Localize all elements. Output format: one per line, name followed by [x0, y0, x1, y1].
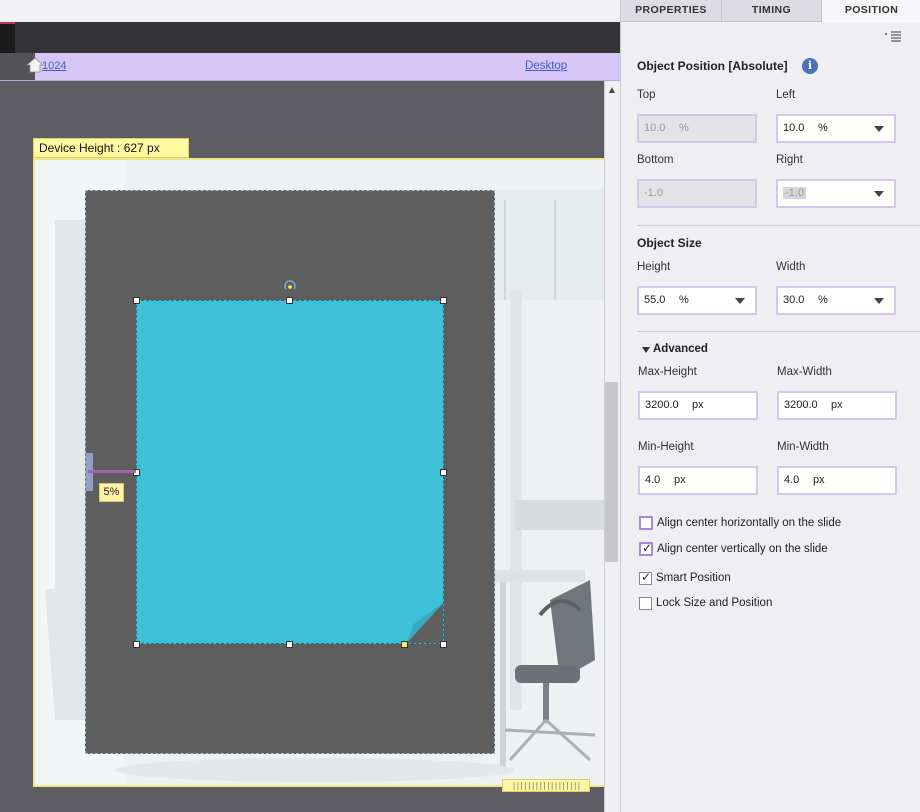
- smart-position-label: Smart Position: [656, 572, 731, 584]
- align-vertical-option[interactable]: ✓ Align center vertically on the slide: [639, 541, 828, 557]
- max-width-unit: px: [831, 399, 843, 411]
- breakpoint-desktop-link[interactable]: Desktop: [525, 60, 567, 72]
- tab-properties[interactable]: PROPERTIES: [621, 0, 722, 22]
- top-strip: [0, 0, 620, 22]
- align-vertical-label: Align center vertically on the slide: [657, 543, 828, 555]
- checkmark-icon: ✓: [642, 541, 653, 555]
- height-unit-dropdown[interactable]: %: [679, 288, 689, 313]
- position-panel: PROPERTIES TIMING POSITION Object Positi…: [620, 0, 920, 812]
- height-label: Height: [637, 261, 671, 273]
- rotate-handle-icon[interactable]: [284, 280, 296, 292]
- tab-position[interactable]: POSITION: [822, 0, 920, 22]
- object-position-title: Object Position [Absolute]: [637, 59, 788, 73]
- page-curl-icon: [406, 602, 443, 643]
- panel-tabs: PROPERTIES TIMING POSITION: [621, 0, 920, 22]
- right-label: Right: [776, 154, 803, 166]
- width-unit-dropdown[interactable]: %: [818, 288, 828, 313]
- top-value: 10.0: [644, 122, 666, 134]
- width-label: Width: [776, 261, 806, 273]
- min-width-field[interactable]: 4.0 px: [777, 466, 897, 495]
- breakpoint-bar: 1024 Desktop: [0, 53, 620, 81]
- device-height-label: Device Height : 627 px: [33, 138, 189, 158]
- bottom-value: -1.0: [644, 187, 663, 199]
- section-divider: [637, 225, 920, 226]
- breakpoint-1024-link[interactable]: 1024: [42, 60, 66, 72]
- left-offset-tag: 5%: [99, 483, 124, 502]
- chevron-down-icon[interactable]: [735, 298, 745, 304]
- left-field[interactable]: 10.0 %: [776, 114, 896, 143]
- right-field[interactable]: -1.0: [776, 179, 896, 208]
- device-height-grip[interactable]: ||||||||||||||||||: [502, 779, 590, 792]
- panel-menu-icon[interactable]: [883, 30, 903, 44]
- advanced-collapse-icon[interactable]: [642, 347, 650, 353]
- min-width-label: Min-Width: [777, 441, 829, 453]
- chevron-down-icon[interactable]: [874, 298, 884, 304]
- resize-handle-top[interactable]: [286, 297, 293, 304]
- min-height-unit: px: [674, 474, 686, 486]
- timeline-marker: [0, 22, 15, 53]
- checkmark-icon: ✓: [641, 569, 652, 584]
- resize-handle-top-right[interactable]: [440, 297, 447, 304]
- top-label: Top: [637, 89, 656, 101]
- resize-handle-bottom[interactable]: [286, 641, 293, 648]
- align-horizontal-label: Align center horizontally on the slide: [657, 517, 842, 529]
- left-value: 10.0: [783, 122, 805, 134]
- min-height-field[interactable]: 4.0 px: [638, 466, 758, 495]
- resize-handle-top-left[interactable]: [133, 297, 140, 304]
- scrollbar-thumb[interactable]: [605, 382, 618, 562]
- max-height-unit: px: [692, 399, 704, 411]
- height-value: 55.0: [644, 294, 666, 306]
- align-horizontal-checkbox[interactable]: [639, 516, 653, 530]
- shape-adjust-handle[interactable]: [401, 641, 408, 648]
- max-width-label: Max-Width: [777, 366, 832, 378]
- object-size-title: Object Size: [637, 236, 702, 250]
- align-horizontal-option[interactable]: Align center horizontally on the slide: [639, 515, 841, 531]
- left-unit-dropdown[interactable]: %: [818, 116, 828, 141]
- timeline-strip: [0, 22, 620, 53]
- tab-timing[interactable]: TIMING: [722, 0, 822, 22]
- scroll-up-arrow-icon[interactable]: ▲: [604, 83, 620, 99]
- lock-size-option[interactable]: Lock Size and Position: [639, 595, 772, 611]
- selected-rectangle-shape[interactable]: [136, 300, 444, 644]
- max-height-field[interactable]: 3200.0 px: [638, 391, 758, 420]
- smart-position-option[interactable]: ✓ Smart Position: [639, 570, 731, 586]
- resize-handle-right[interactable]: [440, 469, 447, 476]
- top-unit: %: [679, 122, 689, 134]
- smart-position-checkbox[interactable]: ✓: [639, 569, 652, 585]
- right-value: -1.0: [783, 187, 806, 199]
- left-position-guide: [88, 470, 136, 473]
- max-height-label: Max-Height: [638, 366, 697, 378]
- max-width-value: 3200.0: [784, 399, 818, 411]
- min-width-value: 4.0: [784, 474, 800, 486]
- min-height-label: Min-Height: [638, 441, 694, 453]
- bottom-field: -1.0: [637, 179, 757, 208]
- align-vertical-checkbox[interactable]: ✓: [639, 541, 653, 556]
- bottom-label: Bottom: [637, 154, 674, 166]
- width-field[interactable]: 30.0 %: [776, 286, 896, 315]
- lock-size-label: Lock Size and Position: [656, 597, 773, 609]
- top-field: 10.0 %: [637, 114, 757, 143]
- width-value: 30.0: [783, 294, 805, 306]
- height-field[interactable]: 55.0 %: [637, 286, 757, 315]
- resize-handle-bottom-right[interactable]: [440, 641, 447, 648]
- resize-handle-bottom-left[interactable]: [133, 641, 140, 648]
- lock-size-checkbox[interactable]: [639, 596, 652, 610]
- chevron-down-icon[interactable]: [874, 126, 884, 132]
- info-icon[interactable]: i: [802, 58, 818, 74]
- min-height-value: 4.0: [645, 474, 661, 486]
- chevron-down-icon[interactable]: [874, 191, 884, 197]
- left-label: Left: [776, 89, 796, 101]
- section-divider: [637, 331, 920, 332]
- max-width-field[interactable]: 3200.0 px: [777, 391, 897, 420]
- min-width-unit: px: [813, 474, 825, 486]
- max-height-value: 3200.0: [645, 399, 679, 411]
- advanced-title[interactable]: Advanced: [653, 343, 708, 355]
